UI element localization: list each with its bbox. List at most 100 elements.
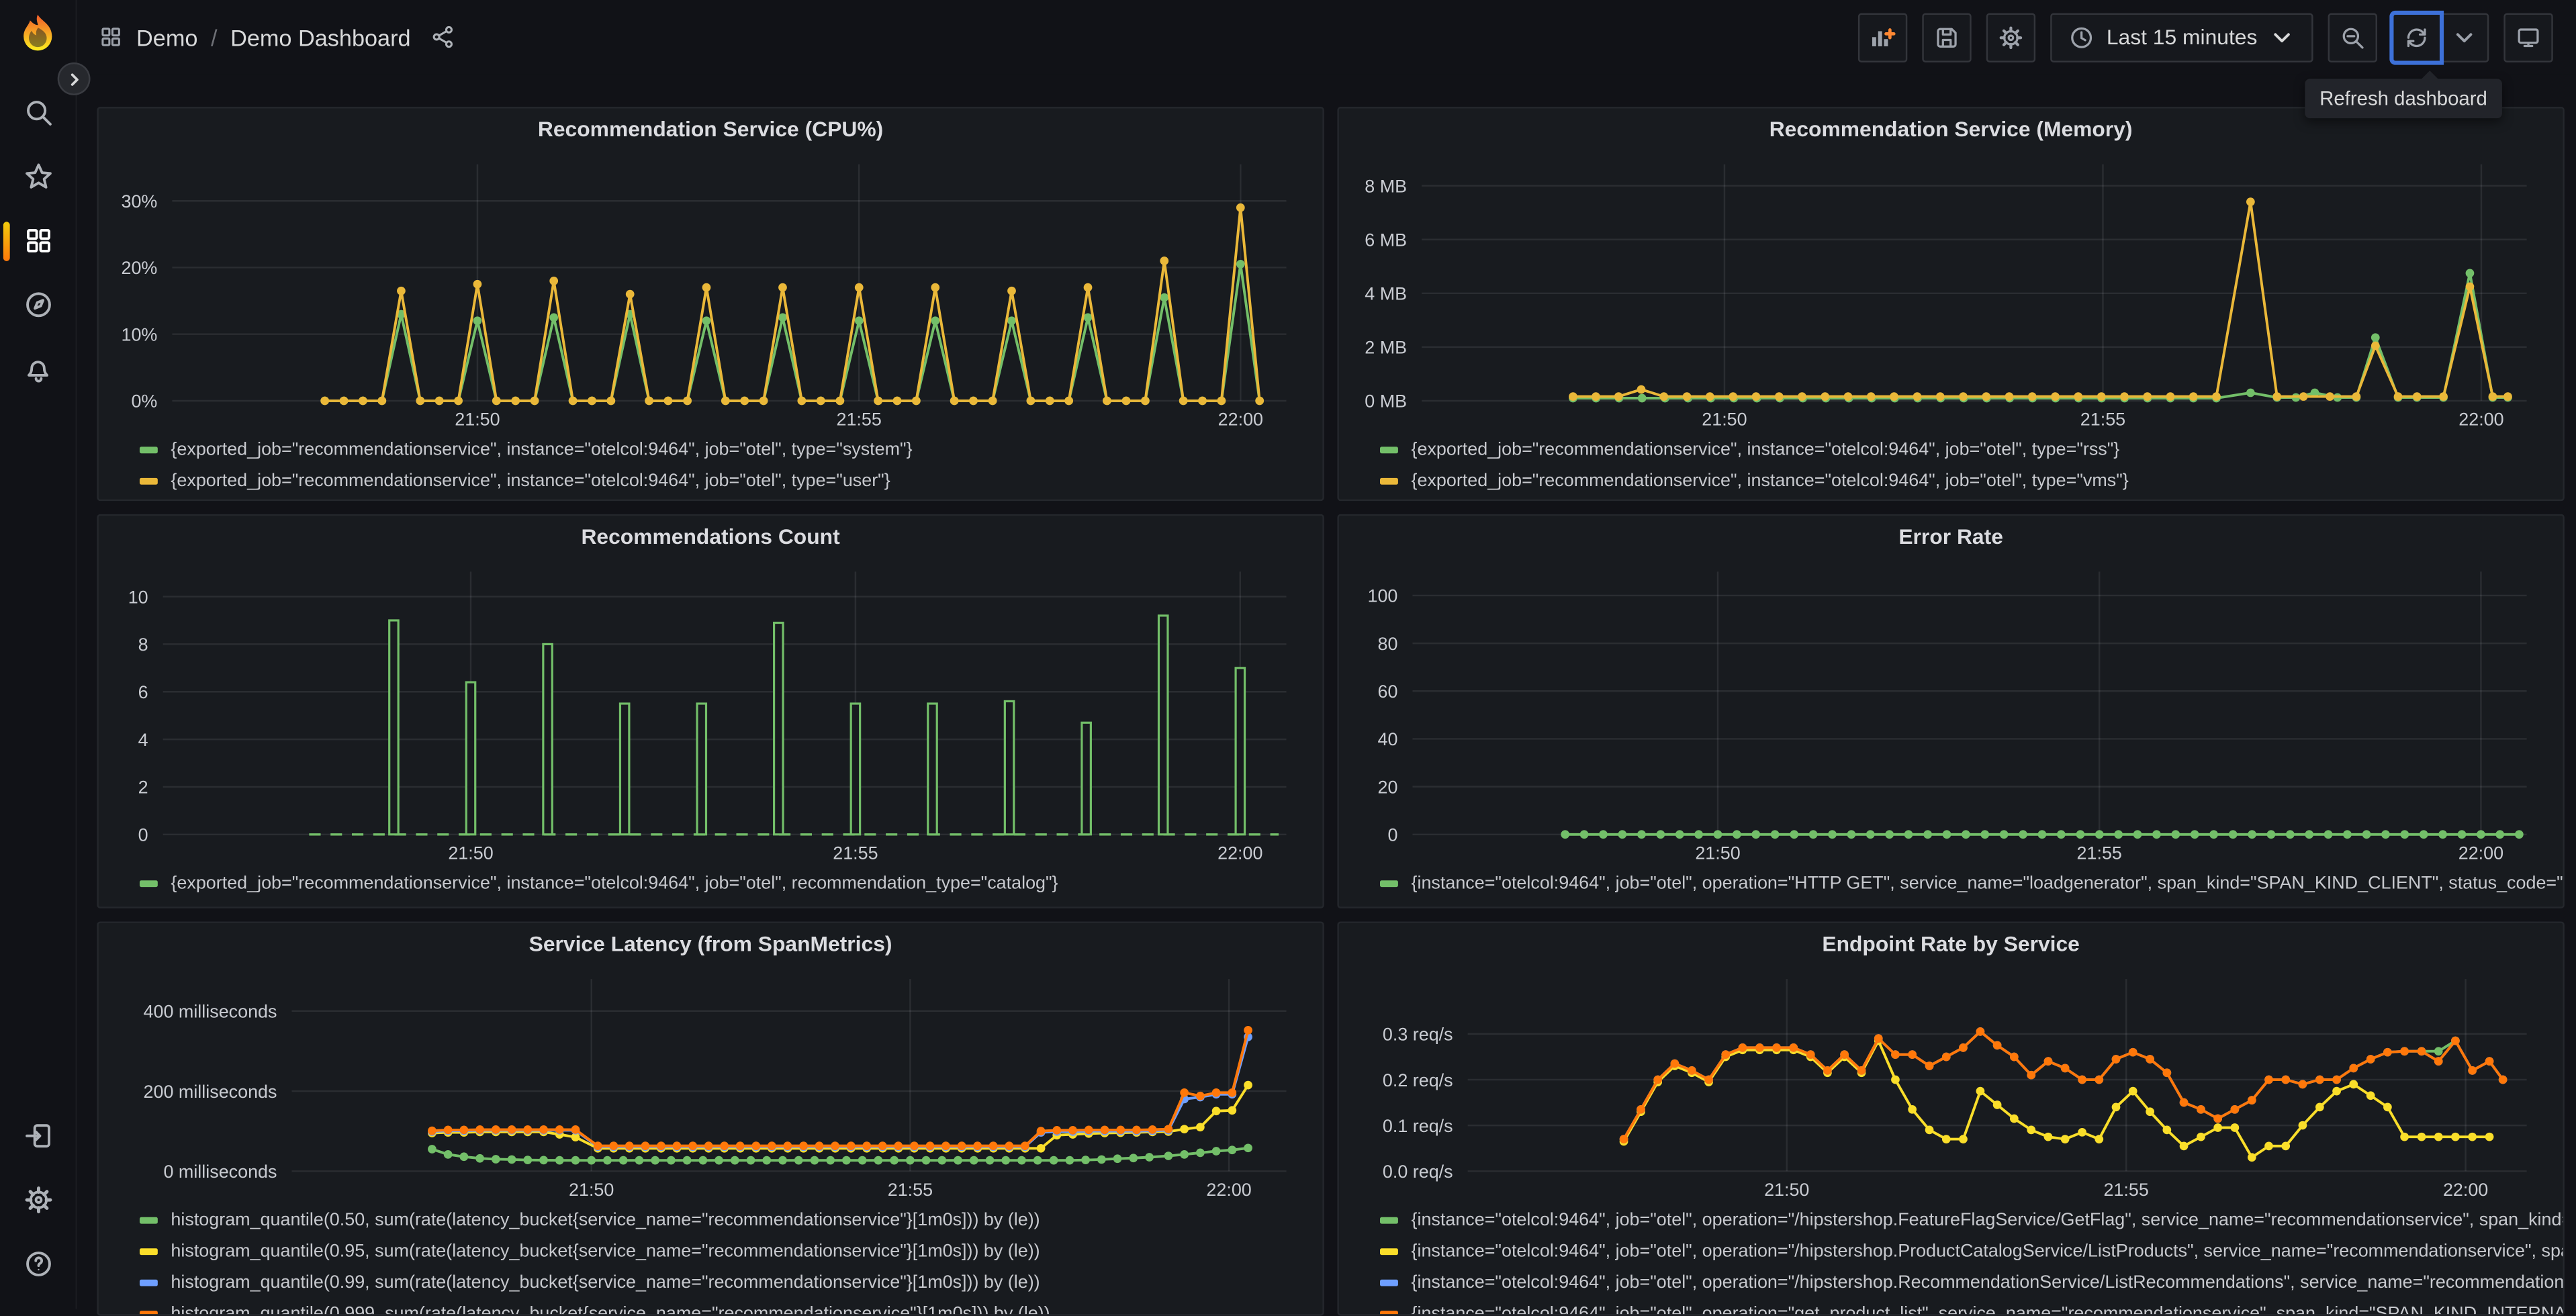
legend-item[interactable]: {instance="otelcol:9464", job="otel", op… bbox=[1380, 871, 2563, 897]
refresh-icon bbox=[2407, 28, 2426, 46]
sidebar-item-configuration[interactable] bbox=[0, 1168, 76, 1231]
chart-legend: {exported_job="recommendationservice", i… bbox=[99, 434, 1323, 500]
svg-text:4 MB: 4 MB bbox=[1365, 284, 1407, 304]
legend-swatch bbox=[1380, 446, 1398, 454]
svg-text:0.0 req/s: 0.0 req/s bbox=[1383, 1162, 1453, 1182]
panel-title[interactable]: Recommendations Count bbox=[99, 516, 1323, 559]
legend-label: {instance="otelcol:9464", job="otel", op… bbox=[1411, 1272, 2563, 1293]
dashboards-grid-icon bbox=[26, 228, 50, 252]
legend-item[interactable]: histogram_quantile(0.50, sum(rate(latenc… bbox=[139, 1207, 1309, 1233]
sidebar-expand-button[interactable] bbox=[57, 62, 91, 95]
svg-text:21:55: 21:55 bbox=[2104, 1180, 2149, 1200]
sidebar bbox=[0, 0, 77, 1309]
bar-chart[interactable]: 21:50 21:55 22:00 0 2 4 6 8 10 bbox=[111, 559, 1309, 867]
time-series-chart[interactable]: 21:50 21:55 22:00 0% 10% 20% 30% bbox=[111, 151, 1309, 434]
svg-text:21:55: 21:55 bbox=[833, 843, 878, 863]
panel-recommendation-cpu: Recommendation Service (CPU%) 21:50 21:55… bbox=[97, 107, 1324, 502]
svg-text:0 milliseconds: 0 milliseconds bbox=[163, 1162, 277, 1182]
save-dashboard-button[interactable] bbox=[1922, 12, 1972, 62]
legend-label: {instance="otelcol:9464", job="otel", op… bbox=[1411, 1211, 2563, 1231]
legend-item[interactable]: {exported_job="recommendationservice", i… bbox=[139, 468, 1309, 494]
svg-text:4: 4 bbox=[138, 730, 148, 750]
svg-text:400 milliseconds: 400 milliseconds bbox=[144, 1002, 277, 1022]
help-question-icon bbox=[25, 1252, 50, 1276]
svg-text:22:00: 22:00 bbox=[1217, 843, 1262, 863]
legend-item[interactable]: {exported_job="recommendationservice", i… bbox=[139, 871, 1309, 897]
time-series-chart[interactable]: 21:50 21:55 22:00 0 MB 2 MB 4 MB 6 MB 8 MB bbox=[1352, 151, 2549, 434]
alerting-bell-icon bbox=[26, 361, 48, 383]
svg-text:0: 0 bbox=[1387, 825, 1397, 845]
legend-label: histogram_quantile(0.95, sum(rate(latenc… bbox=[171, 1241, 1040, 1262]
time-series-chart[interactable]: 21:50 21:55 22:00 0.0 req/s 0.1 req/s 0.2 req… bbox=[1352, 966, 2549, 1205]
svg-text:6: 6 bbox=[138, 682, 148, 702]
legend-swatch bbox=[1380, 1311, 1398, 1315]
sign-in-icon bbox=[24, 1124, 50, 1148]
svg-text:21:50: 21:50 bbox=[1702, 410, 1747, 430]
legend-item[interactable]: {instance="otelcol:9464", job="otel", op… bbox=[1380, 1207, 2563, 1233]
legend-item[interactable]: histogram_quantile(0.95, sum(rate(latenc… bbox=[139, 1239, 1309, 1265]
svg-text:21:55: 21:55 bbox=[836, 410, 881, 430]
legend-label: {exported_job="recommendationservice", i… bbox=[171, 874, 1058, 894]
legend-swatch bbox=[1380, 1279, 1398, 1286]
zoom-out-button[interactable] bbox=[2328, 12, 2377, 62]
legend-item[interactable]: histogram_quantile(0.999, sum(rate(laten… bbox=[139, 1301, 1309, 1315]
sidebar-item-sign-in[interactable] bbox=[0, 1104, 76, 1168]
search-icon bbox=[26, 101, 51, 126]
panel-title[interactable]: Service Latency (from SpanMetrics) bbox=[99, 923, 1323, 966]
legend-item[interactable]: {instance="otelcol:9464", job="otel", op… bbox=[1380, 1270, 2563, 1296]
svg-text:21:50: 21:50 bbox=[1764, 1180, 1809, 1200]
legend-swatch bbox=[139, 477, 158, 485]
settings-gear-icon bbox=[24, 1186, 52, 1214]
legend-item[interactable]: {exported_job="recommendationservice", i… bbox=[1380, 437, 2550, 463]
time-series-chart[interactable]: 21:50 21:55 22:00 0 20 40 60 80 100 bbox=[1352, 559, 2549, 867]
refresh-dashboard-button[interactable] bbox=[2392, 12, 2442, 62]
legend-item[interactable]: {exported_job="recommendationservice", i… bbox=[139, 437, 1309, 463]
legend-label: histogram_quantile(0.50, sum(rate(latenc… bbox=[171, 1211, 1040, 1231]
svg-text:22:00: 22:00 bbox=[1218, 410, 1263, 430]
breadcrumb-page[interactable]: Demo Dashboard bbox=[230, 23, 410, 50]
grafana-logo[interactable] bbox=[13, 11, 62, 60]
panel-recommendation-memory: Recommendation Service (Memory) 21:50 21:… bbox=[1337, 107, 2565, 502]
svg-text:30%: 30% bbox=[122, 191, 158, 211]
chart-legend: {exported_job="recommendationservice", i… bbox=[99, 867, 1323, 902]
chevron-down-icon bbox=[2456, 32, 2473, 42]
panel-error-rate: Error Rate 21:50 21:55 22:00 0 20 40 60 80 100 {… bbox=[1337, 514, 2565, 908]
breadcrumb-section[interactable]: Demo bbox=[136, 23, 197, 50]
sidebar-item-explore[interactable] bbox=[0, 273, 76, 336]
refresh-interval-dropdown[interactable] bbox=[2439, 12, 2489, 62]
legend-swatch bbox=[139, 1279, 158, 1286]
sidebar-item-starred[interactable] bbox=[0, 144, 76, 208]
svg-text:100: 100 bbox=[1368, 586, 1398, 606]
panel-endpoint-rate: Endpoint Rate by Service 21:50 21:55 22:00… bbox=[1337, 921, 2565, 1316]
sidebar-item-help[interactable] bbox=[0, 1232, 76, 1296]
add-panel-button[interactable] bbox=[1858, 12, 1908, 62]
legend-item[interactable]: {instance="otelcol:9464", job="otel", op… bbox=[1380, 1301, 2563, 1315]
legend-item[interactable]: {exported_job="recommendationservice", i… bbox=[1380, 468, 2550, 494]
refresh-button-group bbox=[2392, 12, 2489, 62]
svg-text:21:50: 21:50 bbox=[569, 1180, 614, 1200]
dashboard-settings-icon bbox=[2000, 26, 2023, 48]
svg-text:8: 8 bbox=[138, 634, 148, 655]
panel-title[interactable]: Recommendation Service (CPU%) bbox=[99, 108, 1323, 151]
legend-swatch bbox=[139, 1248, 158, 1256]
kiosk-mode-button[interactable] bbox=[2503, 12, 2553, 62]
svg-text:21:50: 21:50 bbox=[455, 410, 500, 430]
chevron-right-icon bbox=[70, 73, 78, 85]
svg-text:80: 80 bbox=[1377, 634, 1397, 654]
svg-text:0: 0 bbox=[138, 825, 148, 845]
share-dashboard-button[interactable] bbox=[430, 25, 455, 50]
sidebar-item-alerting[interactable] bbox=[0, 337, 76, 401]
panel-title[interactable]: Endpoint Rate by Service bbox=[1339, 923, 2563, 966]
explore-compass-icon bbox=[25, 292, 50, 318]
panel-recommendations-count: Recommendations Count 21:50 21:55 22:00 0 2 4… bbox=[97, 514, 1324, 908]
sidebar-item-dashboards[interactable] bbox=[0, 209, 76, 273]
chart-legend: {exported_job="recommendationservice", i… bbox=[1339, 434, 2563, 500]
legend-label: {exported_job="recommendationservice", i… bbox=[1411, 440, 2120, 461]
time-range-picker[interactable]: Last 15 minutes bbox=[2050, 12, 2313, 62]
time-series-chart[interactable]: 21:50 21:55 22:00 0 milliseconds 200 millise… bbox=[111, 966, 1309, 1205]
dashboard-settings-button[interactable] bbox=[1986, 12, 2036, 62]
legend-item[interactable]: {instance="otelcol:9464", job="otel", op… bbox=[1380, 1239, 2563, 1265]
panel-title[interactable]: Error Rate bbox=[1339, 516, 2563, 559]
legend-item[interactable]: histogram_quantile(0.99, sum(rate(latenc… bbox=[139, 1270, 1309, 1296]
dashboards-grid-icon[interactable] bbox=[99, 25, 124, 50]
